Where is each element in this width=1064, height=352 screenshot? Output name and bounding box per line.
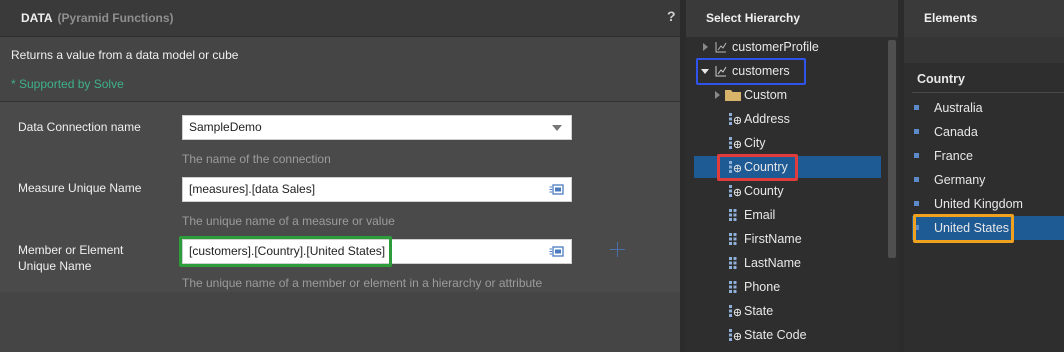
element-item[interactable]: Germany: [912, 168, 1064, 192]
connection-hint: The name of the connection: [182, 152, 331, 166]
elements-title: Elements: [924, 11, 978, 25]
tree-item-phone[interactable]: Phone: [686, 276, 886, 298]
attribute-icon: [729, 257, 737, 269]
data-function-panel: DATA (Pyramid Functions) ? Returns a valu…: [0, 0, 680, 352]
geo-attribute-icon: [729, 113, 741, 125]
tree-item-label: Phone: [744, 280, 781, 294]
member-label: Member or Element Unique Name: [18, 243, 124, 273]
member-icon: [914, 177, 919, 182]
supported-note: * Supported by Solve: [11, 77, 124, 91]
elements-header: Elements: [904, 0, 1064, 37]
hierarchy-scrollbar[interactable]: [888, 40, 896, 258]
measure-input[interactable]: [measures].[data Sales]: [182, 177, 572, 202]
picker-icon[interactable]: [549, 245, 565, 258]
tree-item-label: City: [744, 136, 766, 150]
measure-label: Measure Unique Name: [18, 181, 142, 195]
data-panel-header: DATA (Pyramid Functions) ?: [0, 0, 680, 37]
hierarchy-panel: Select Hierarchy customerProfile custome…: [686, 0, 898, 352]
member-icon: [914, 105, 919, 110]
expand-arrow-icon[interactable]: [703, 43, 708, 51]
tree-item-city[interactable]: City: [686, 132, 886, 154]
elements-group-label: Country: [917, 72, 965, 86]
element-label: Australia: [934, 101, 983, 115]
country-highlight: [717, 154, 798, 181]
element-item[interactable]: Australia: [912, 96, 1064, 120]
element-label: Canada: [934, 125, 978, 139]
geo-attribute-icon: [729, 137, 741, 149]
member-icon: [914, 153, 919, 158]
hierarchy-header: Select Hierarchy: [686, 0, 898, 37]
tree-item-label: LastName: [744, 256, 801, 270]
tree-item-county[interactable]: County: [686, 180, 886, 202]
function-description: Returns a value from a data model or cub…: [11, 48, 239, 62]
tree-item-email[interactable]: Email: [686, 204, 886, 226]
attribute-icon: [729, 209, 737, 221]
tree-item-label: FirstName: [744, 232, 802, 246]
tree-item-firstname[interactable]: FirstName: [686, 228, 886, 250]
element-label: United Kingdom: [934, 197, 1023, 211]
hierarchy-icon: [715, 42, 727, 53]
element-item[interactable]: Canada: [912, 120, 1064, 144]
measure-value: [measures].[data Sales]: [189, 182, 316, 196]
element-label: France: [934, 149, 973, 163]
tree-item-custom[interactable]: Custom: [686, 84, 886, 106]
customers-highlight: [696, 58, 806, 85]
tree-item-address[interactable]: Address: [686, 108, 886, 130]
member-input[interactable]: [customers].[Country].[United States]: [179, 236, 572, 267]
elements-toolbar: [904, 37, 1064, 63]
tree-item-label: Custom: [744, 88, 788, 102]
member-value: [customers].[Country].[United States]: [189, 244, 386, 258]
panel-title: DATA (Pyramid Functions): [21, 11, 174, 25]
member-hint: The unique name of a member or element i…: [182, 276, 543, 290]
picker-icon[interactable]: [549, 183, 565, 196]
element-label: Germany: [934, 173, 986, 187]
chevron-down-icon[interactable]: [552, 125, 562, 131]
tree-item-lastname[interactable]: LastName: [686, 252, 886, 274]
tree-item-label: County: [744, 184, 784, 198]
function-category: (Pyramid Functions): [57, 11, 174, 25]
add-icon[interactable]: [610, 242, 625, 257]
elements-panel: Elements Country Australia Canada France…: [904, 0, 1064, 352]
tree-item-label: State: [744, 304, 774, 318]
attribute-icon: [729, 281, 737, 293]
tree-item-label: State Code: [744, 328, 807, 342]
connection-label: Data Connection name: [18, 120, 141, 134]
connection-value: SampleDemo: [189, 120, 262, 134]
tree-item-label: customerProfile: [732, 40, 819, 54]
tree-item-state-code[interactable]: State Code: [686, 324, 886, 346]
help-icon[interactable]: ?: [667, 8, 676, 24]
element-item[interactable]: France: [912, 144, 1064, 168]
tree-item-label: Email: [744, 208, 776, 222]
member-icon: [914, 129, 919, 134]
geo-attribute-icon: [729, 305, 741, 317]
tree-item-customerprofile[interactable]: customerProfile: [686, 36, 886, 58]
united-states-highlight: [913, 214, 1014, 243]
tree-item-state[interactable]: State: [686, 300, 886, 322]
divider: [912, 92, 1064, 93]
hierarchy-title: Select Hierarchy: [706, 11, 801, 25]
tree-item-label: Address: [744, 112, 790, 126]
folder-icon: [725, 90, 741, 101]
expand-arrow-icon[interactable]: [715, 91, 720, 99]
geo-attribute-icon: [729, 329, 741, 341]
panel-footer-area: [0, 292, 680, 352]
element-item[interactable]: United Kingdom: [912, 192, 1064, 216]
geo-attribute-icon: [729, 185, 741, 197]
member-icon: [914, 201, 919, 206]
function-name: DATA: [21, 11, 53, 25]
measure-hint: The unique name of a measure or value: [182, 214, 395, 228]
attribute-icon: [729, 233, 737, 245]
connection-dropdown[interactable]: SampleDemo: [182, 115, 572, 140]
